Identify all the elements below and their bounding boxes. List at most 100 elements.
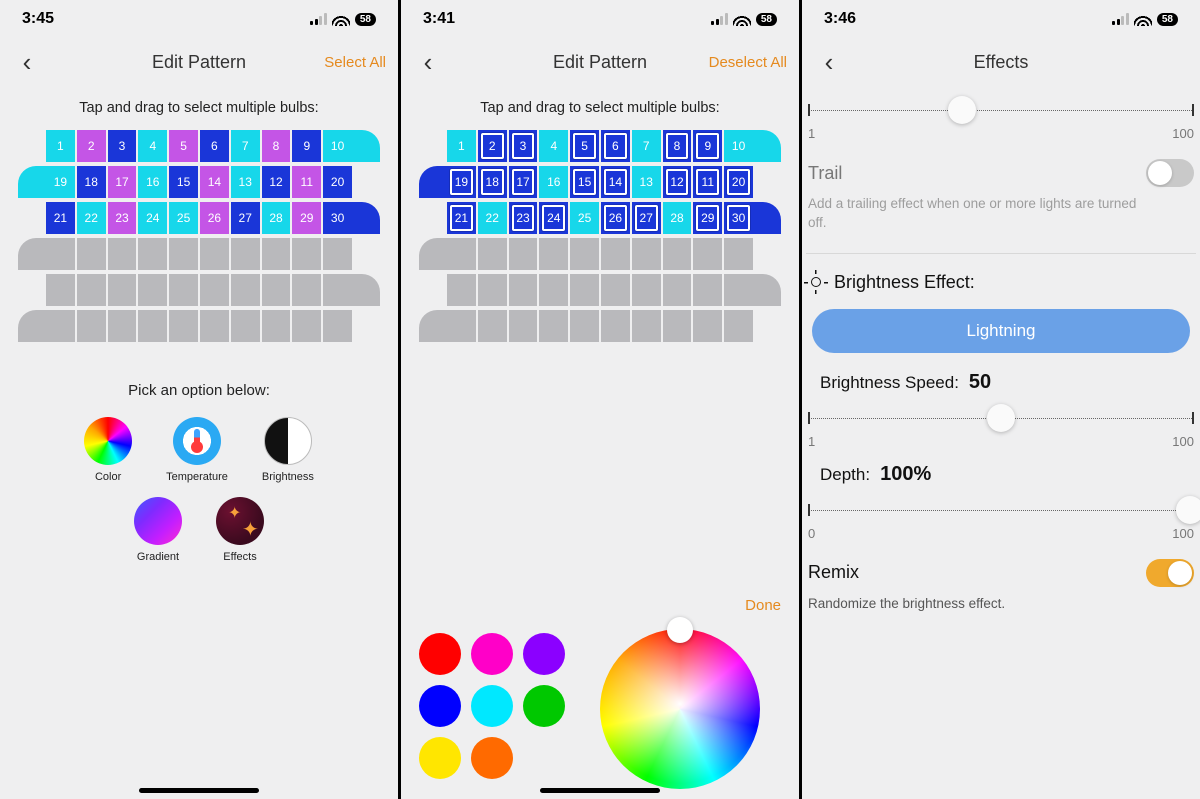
bulb-4[interactable]: 4 xyxy=(539,130,568,162)
back-button[interactable]: ‹ xyxy=(12,49,42,75)
bulb-1[interactable]: 1 xyxy=(447,130,476,162)
bulb-empty[interactable] xyxy=(323,274,352,306)
bulb-empty[interactable] xyxy=(292,238,321,270)
bulb-11[interactable]: 11 xyxy=(292,166,321,198)
bulb-empty[interactable] xyxy=(231,310,260,342)
bulb-8[interactable]: 8 xyxy=(663,130,692,162)
bulb-empty[interactable] xyxy=(46,310,75,342)
bulb-empty[interactable] xyxy=(601,274,630,306)
bulb-14[interactable]: 14 xyxy=(200,166,229,198)
bulb-23[interactable]: 23 xyxy=(509,202,538,234)
bulb-empty[interactable] xyxy=(509,238,538,270)
bulb-8[interactable]: 8 xyxy=(262,130,291,162)
bulb-empty[interactable] xyxy=(478,310,507,342)
bulb-24[interactable]: 24 xyxy=(138,202,167,234)
option-gradient[interactable] xyxy=(134,497,182,545)
bulb-10[interactable]: 10 xyxy=(724,130,753,162)
bulb-5[interactable]: 5 xyxy=(570,130,599,162)
bulb-17[interactable]: 17 xyxy=(108,166,137,198)
bulb-empty[interactable] xyxy=(323,310,352,342)
bulb-empty[interactable] xyxy=(108,238,137,270)
bulb-16[interactable]: 16 xyxy=(539,166,568,198)
bulb-12[interactable]: 12 xyxy=(663,166,692,198)
bulb-17[interactable]: 17 xyxy=(509,166,538,198)
swatch-6[interactable] xyxy=(419,737,461,779)
bulb-empty[interactable] xyxy=(169,238,198,270)
bulb-empty[interactable] xyxy=(138,274,167,306)
bulb-30[interactable]: 30 xyxy=(323,202,352,234)
bulb-empty[interactable] xyxy=(509,310,538,342)
bulb-empty[interactable] xyxy=(601,238,630,270)
bulb-23[interactable]: 23 xyxy=(108,202,137,234)
bulb-empty[interactable] xyxy=(478,238,507,270)
bulb-empty[interactable] xyxy=(46,274,75,306)
swatch-2[interactable] xyxy=(523,633,565,675)
bulb-empty[interactable] xyxy=(570,238,599,270)
bulb-18[interactable]: 18 xyxy=(478,166,507,198)
bulb-16[interactable]: 16 xyxy=(138,166,167,198)
bulb-12[interactable]: 12 xyxy=(262,166,291,198)
top-slider[interactable] xyxy=(808,100,1194,120)
bulb-empty[interactable] xyxy=(77,274,106,306)
bulb-empty[interactable] xyxy=(693,274,722,306)
depth-slider[interactable] xyxy=(808,500,1194,520)
bulb-25[interactable]: 25 xyxy=(570,202,599,234)
done-button[interactable]: Done xyxy=(745,597,781,614)
bulb-empty[interactable] xyxy=(724,274,753,306)
bulb-26[interactable]: 26 xyxy=(601,202,630,234)
swatch-1[interactable] xyxy=(471,633,513,675)
bulb-3[interactable]: 3 xyxy=(108,130,137,162)
bulb-empty[interactable] xyxy=(323,238,352,270)
bulb-grid[interactable]: 1234567891019181716151413121120212223242… xyxy=(419,130,781,342)
remix-toggle[interactable] xyxy=(1146,559,1194,587)
bulb-25[interactable]: 25 xyxy=(169,202,198,234)
bulb-11[interactable]: 11 xyxy=(693,166,722,198)
bulb-empty[interactable] xyxy=(262,274,291,306)
home-indicator[interactable] xyxy=(139,788,259,793)
bulb-13[interactable]: 13 xyxy=(632,166,661,198)
bulb-empty[interactable] xyxy=(77,310,106,342)
bulb-21[interactable]: 21 xyxy=(447,202,476,234)
bulb-empty[interactable] xyxy=(570,274,599,306)
bulb-27[interactable]: 27 xyxy=(231,202,260,234)
bulb-27[interactable]: 27 xyxy=(632,202,661,234)
select-all-button[interactable]: Select All xyxy=(324,54,386,71)
bulb-empty[interactable] xyxy=(108,310,137,342)
bulb-empty[interactable] xyxy=(447,274,476,306)
back-button[interactable]: ‹ xyxy=(413,49,443,75)
bulb-19[interactable]: 19 xyxy=(447,166,476,198)
bulb-empty[interactable] xyxy=(509,274,538,306)
bulb-empty[interactable] xyxy=(292,310,321,342)
option-brightness[interactable] xyxy=(264,417,312,465)
bulb-7[interactable]: 7 xyxy=(632,130,661,162)
bulb-10[interactable]: 10 xyxy=(323,130,352,162)
deselect-all-button[interactable]: Deselect All xyxy=(709,54,787,71)
bulb-empty[interactable] xyxy=(663,238,692,270)
bulb-empty[interactable] xyxy=(632,274,661,306)
bulb-28[interactable]: 28 xyxy=(262,202,291,234)
bulb-empty[interactable] xyxy=(724,310,753,342)
bulb-empty[interactable] xyxy=(108,274,137,306)
bulb-22[interactable]: 22 xyxy=(77,202,106,234)
swatch-4[interactable] xyxy=(471,685,513,727)
bulb-empty[interactable] xyxy=(231,238,260,270)
bulb-empty[interactable] xyxy=(724,238,753,270)
bulb-9[interactable]: 9 xyxy=(693,130,722,162)
bulb-9[interactable]: 9 xyxy=(292,130,321,162)
bulb-24[interactable]: 24 xyxy=(539,202,568,234)
bulb-15[interactable]: 15 xyxy=(570,166,599,198)
bulb-empty[interactable] xyxy=(539,310,568,342)
bulb-empty[interactable] xyxy=(200,310,229,342)
bulb-empty[interactable] xyxy=(570,310,599,342)
bulb-empty[interactable] xyxy=(262,310,291,342)
swatch-0[interactable] xyxy=(419,633,461,675)
bulb-empty[interactable] xyxy=(77,238,106,270)
bulb-empty[interactable] xyxy=(663,310,692,342)
bulb-3[interactable]: 3 xyxy=(509,130,538,162)
option-color[interactable] xyxy=(84,417,132,465)
bulb-empty[interactable] xyxy=(693,310,722,342)
bulb-15[interactable]: 15 xyxy=(169,166,198,198)
bulb-grid[interactable]: 1234567891019181716151413121120212223242… xyxy=(18,130,380,342)
swatch-7[interactable] xyxy=(471,737,513,779)
bulb-6[interactable]: 6 xyxy=(601,130,630,162)
